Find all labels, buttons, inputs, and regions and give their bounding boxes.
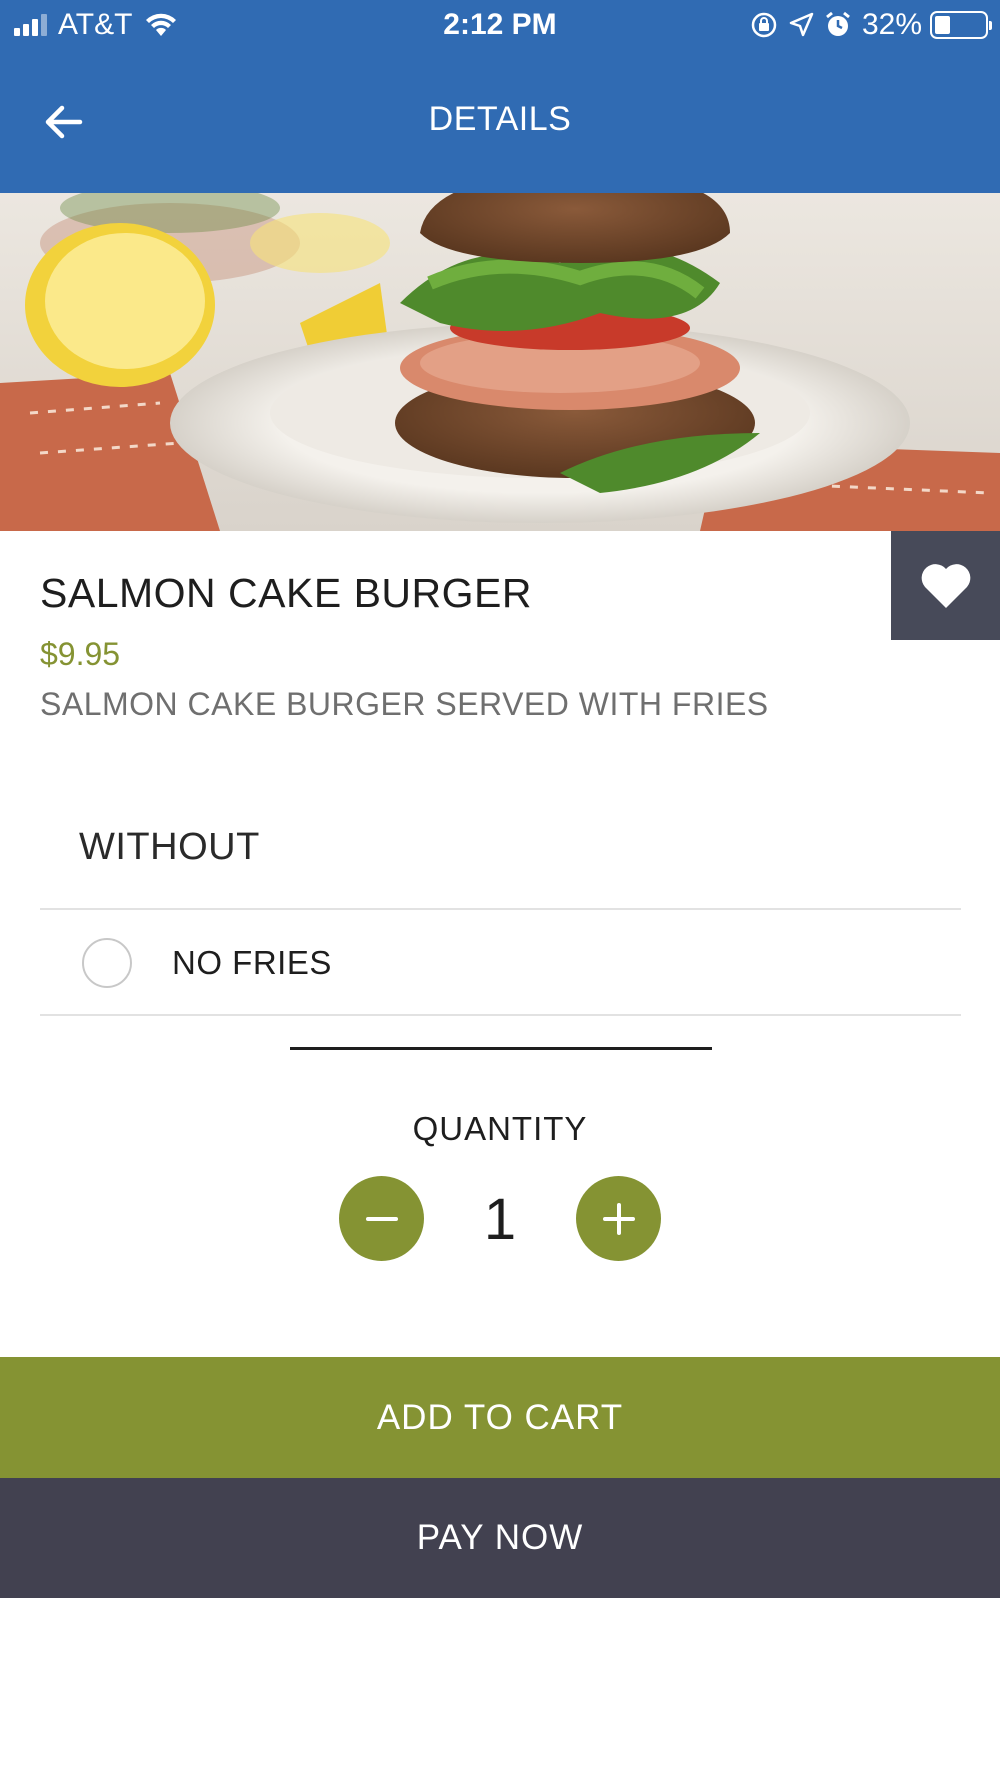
pay-now-button[interactable]: PAY NOW (0, 1478, 1000, 1598)
alarm-icon (826, 11, 850, 36)
product-image (0, 193, 1000, 531)
plus-icon (602, 1202, 635, 1235)
battery-level (935, 16, 951, 34)
minus-icon (365, 1216, 398, 1221)
product-name: SALMON CAKE BURGER (40, 570, 532, 616)
option-row-no-fries[interactable]: NO FRIES (40, 910, 961, 1015)
battery-percent: 32% (861, 8, 922, 41)
battery-icon (930, 11, 992, 39)
options-section-title: WITHOUT (79, 826, 260, 868)
heart-icon (921, 563, 970, 608)
section-separator (290, 1047, 712, 1050)
favorite-button[interactable] (891, 531, 1000, 640)
nav-bar: DETAILS (0, 52, 1000, 193)
option-label: NO FRIES (172, 944, 332, 981)
product-description: SALMON CAKE BURGER SERVED WITH FRIES (40, 686, 769, 722)
location-icon (789, 12, 814, 37)
product-price: $9.95 (40, 636, 121, 672)
quantity-value: 1 (483, 1187, 517, 1252)
divider (40, 1014, 961, 1016)
increment-button[interactable] (576, 1176, 661, 1261)
add-to-cart-button[interactable]: ADD TO CART (0, 1357, 1000, 1478)
status-bar: AT&T 2:12 PM 32% (0, 0, 1000, 52)
decrement-button[interactable] (339, 1176, 424, 1261)
page-title: DETAILS (428, 100, 572, 138)
quantity-label: QUANTITY (412, 1110, 588, 1147)
status-right: 32% (750, 8, 992, 42)
no-fries-radio[interactable] (82, 938, 132, 988)
orientation-lock-icon (751, 12, 777, 38)
